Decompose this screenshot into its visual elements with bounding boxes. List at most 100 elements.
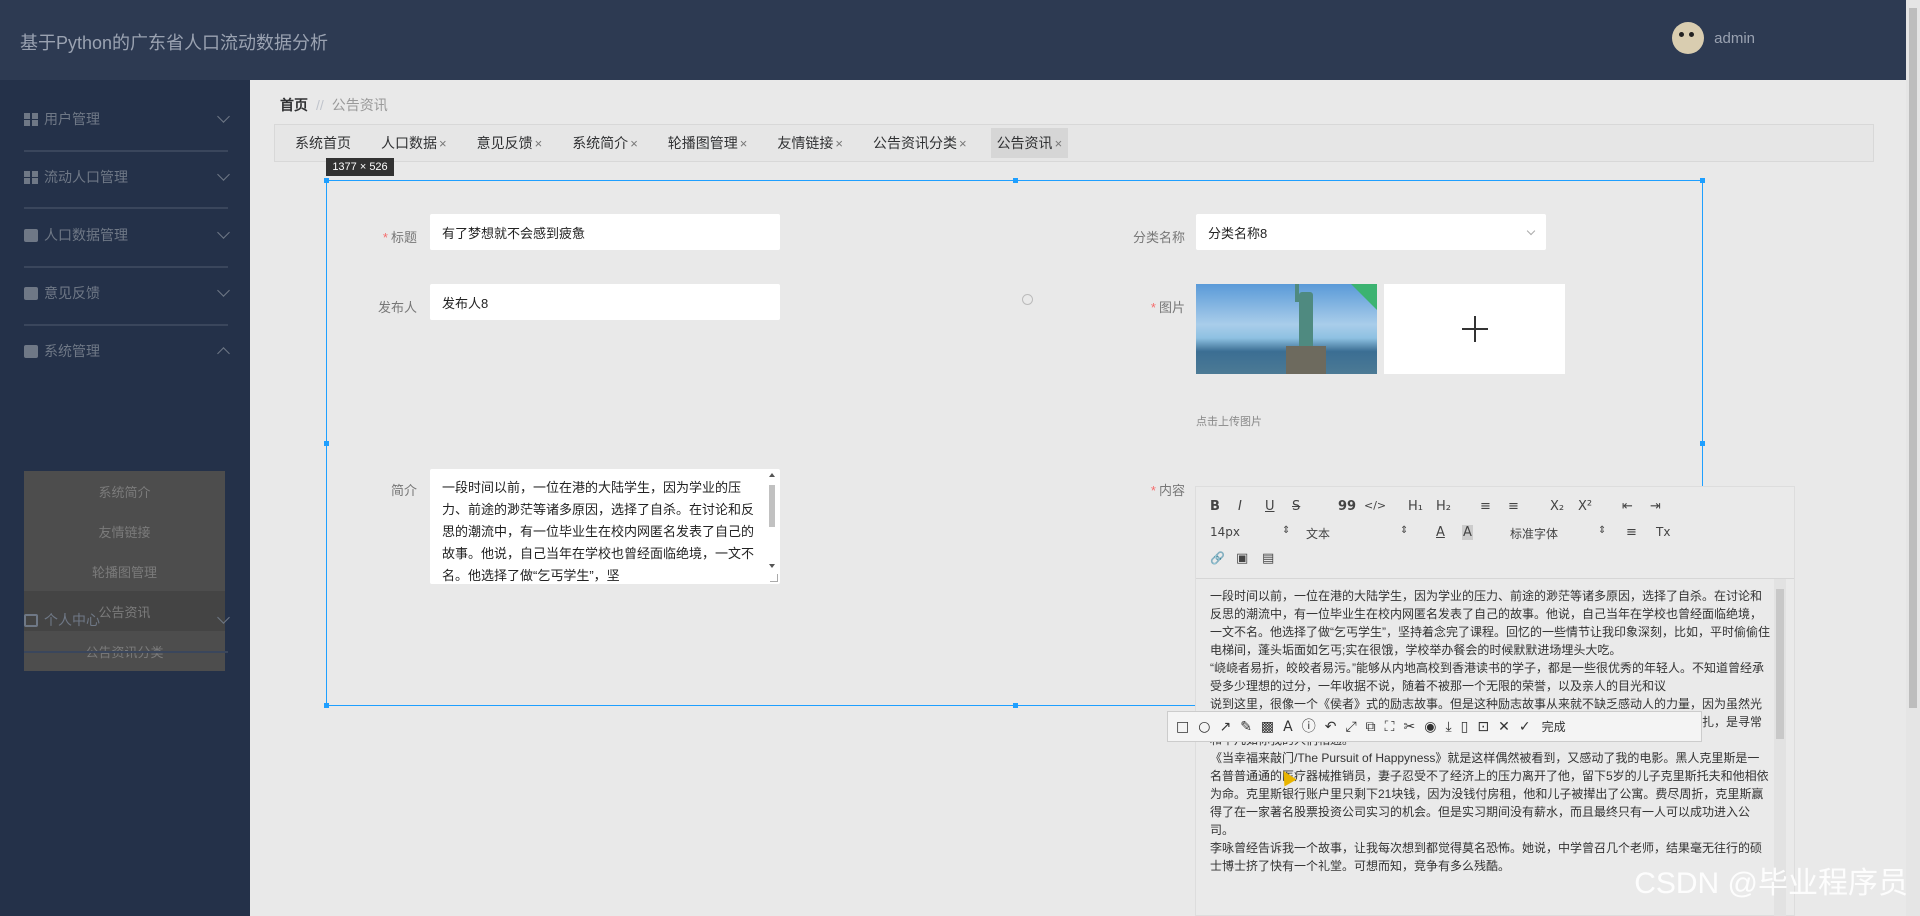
rectangle-icon[interactable]: □ [1176,720,1189,734]
header1-button[interactable]: H₁ [1408,499,1423,514]
superscript-button[interactable]: X² [1578,499,1592,514]
avatar[interactable] [1672,22,1705,54]
scroll-thumb[interactable] [1776,589,1784,739]
close-icon[interactable]: × [439,136,447,151]
tag-news-category[interactable]: 公告资讯分类 × [867,128,973,158]
close-icon[interactable]: × [959,136,967,151]
serial-number-icon[interactable]: ⓘ [1302,720,1316,734]
summary-textarea[interactable]: 一段时间以前，一位在港的大陆学生，因为学业的压力、前途的渺茫等诸多原因，选择了自… [430,469,780,584]
uploaded-image-thumbnail[interactable] [1196,284,1377,374]
undo-icon[interactable]: ↶ [1325,720,1337,734]
scroll-up-icon[interactable] [769,473,775,477]
tag-population-data[interactable]: 人口数据 × [375,128,453,158]
text-icon[interactable]: A [1283,720,1293,734]
scroll-down-icon[interactable] [769,564,775,568]
menu-personal-center[interactable]: 个人中心 [24,591,230,649]
category-select[interactable]: 分类名称8 [1196,214,1546,250]
ocr-icon[interactable]: ⛶ [1385,720,1395,734]
menu-system-management[interactable]: 系统管理 [24,322,230,380]
menu-feedback[interactable]: 意见反馈 [24,264,230,322]
resize-handle[interactable] [324,441,329,446]
resize-handle[interactable] [1700,441,1705,446]
long-screenshot-icon[interactable]: ⤢ [1345,720,1356,734]
page-scrollbar[interactable] [1906,0,1920,916]
close-icon[interactable]: × [535,136,543,151]
resize-handle[interactable] [1013,178,1018,183]
done-button[interactable]: 完成 [1542,721,1566,733]
menu-floating-population[interactable]: 流动人口管理 [24,148,230,206]
font-color-button[interactable]: A [1436,525,1445,540]
title-input[interactable]: 有了梦想就不会感到疲惫 [430,214,780,250]
close-icon[interactable]: ✕ [1498,720,1510,734]
menu-label: 流动人口管理 [44,169,128,185]
breadcrumb-home[interactable]: 首页 [280,97,308,113]
bold-button[interactable]: B [1210,499,1220,514]
close-icon[interactable]: × [740,136,748,151]
resize-handle[interactable] [1700,178,1705,183]
resize-handle[interactable] [1013,703,1018,708]
scroll-thumb[interactable] [1909,8,1917,708]
download-icon[interactable]: ⤓ [1445,720,1451,734]
code-block-button[interactable]: </> [1364,499,1386,512]
menu-label: 意见反馈 [44,285,100,301]
image-button[interactable]: ▣ [1236,551,1248,566]
phone-icon[interactable]: ▯ [1461,720,1469,734]
header2-button[interactable]: H₂ [1436,499,1451,514]
close-icon[interactable]: × [630,136,638,151]
submenu-item-links[interactable]: 友情链接 [24,511,225,551]
mosaic-icon[interactable]: ▩ [1261,720,1274,734]
record-icon[interactable]: ◉ [1424,720,1436,734]
arrow-icon[interactable]: ↗ [1219,720,1231,734]
chevron-down-icon [217,168,230,181]
font-size-select[interactable]: 14px [1210,525,1240,539]
breadcrumb-current: 公告资讯 [331,97,388,113]
font-family-select[interactable]: 标准字体 [1510,525,1558,542]
username[interactable]: admin [1714,30,1755,47]
bullet-list-button[interactable]: ≡ [1508,499,1519,514]
video-button[interactable]: ▤ [1262,551,1274,566]
scroll-thumb[interactable] [769,485,775,527]
resize-grip-icon[interactable] [770,574,778,582]
tag-system-intro[interactable]: 系统简介 × [566,128,644,158]
clear-format-button[interactable]: Tx [1656,525,1670,539]
user-menu[interactable]: admin [1672,22,1755,54]
grid-icon [24,112,38,126]
check-icon[interactable]: ✓ [1519,720,1531,734]
menu-population-data[interactable]: 人口数据管理 [24,206,230,264]
chevron-updown-icon: ⇕ [1598,525,1607,536]
rich-text-editor[interactable]: B I U S 99 </> H₁ H₂ ≡ ≡ X₂ X² ⇤ ⇥ 14px … [1195,486,1795,916]
ordered-list-button[interactable]: ≡ [1480,499,1491,514]
menu-label: 系统管理 [44,343,100,359]
indent-button[interactable]: ⇥ [1650,499,1661,514]
link-button[interactable]: 🔗 [1210,551,1225,565]
strike-button[interactable]: S [1292,499,1300,514]
scrollbar[interactable] [767,473,777,578]
ellipse-icon[interactable]: ○ [1198,720,1210,734]
background-color-button[interactable]: A [1462,525,1473,540]
close-icon[interactable]: × [835,136,843,151]
bookmark-icon[interactable]: ⊡ [1477,720,1489,734]
align-button[interactable]: ≡ [1626,525,1637,540]
header-select[interactable]: 文本 [1306,525,1330,542]
outdent-button[interactable]: ⇤ [1622,499,1633,514]
pin-icon[interactable]: ✂ [1403,720,1415,734]
close-icon[interactable]: × [1055,136,1063,151]
tag-feedback[interactable]: 意见反馈 × [471,128,549,158]
upload-image-button[interactable] [1384,284,1565,374]
resize-handle[interactable] [324,703,329,708]
blockquote-button[interactable]: 99 [1338,499,1356,514]
underline-button[interactable]: U [1265,499,1275,514]
publisher-input[interactable]: 发布人8 [430,284,780,320]
resize-handle[interactable] [324,178,329,183]
pen-icon[interactable]: ✎ [1240,720,1252,734]
copy-text-icon[interactable]: ⧉ [1366,720,1376,734]
submenu-item-carousel[interactable]: 轮播图管理 [24,551,225,591]
subscript-button[interactable]: X₂ [1550,499,1564,514]
italic-button[interactable]: I [1238,499,1242,514]
menu-user-management[interactable]: 用户管理 [24,90,230,148]
submenu-item-intro[interactable]: 系统简介 [24,471,225,511]
tag-news[interactable]: 公告资讯 × [990,128,1069,158]
tag-home[interactable]: 系统首页 [289,128,357,158]
tag-carousel[interactable]: 轮播图管理 × [662,128,754,158]
tag-friend-links[interactable]: 友情链接 × [771,128,849,158]
